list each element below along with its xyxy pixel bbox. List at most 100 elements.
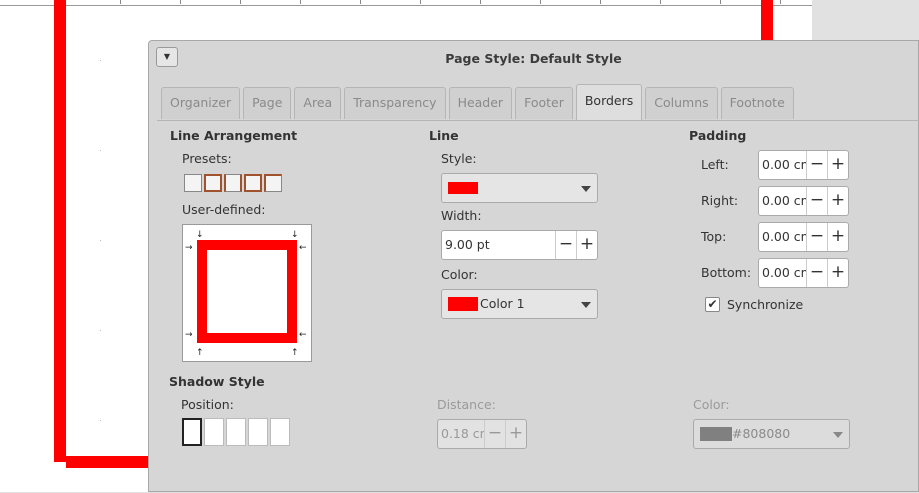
- corner-arrow-icon: ↓: [196, 230, 204, 240]
- padding-left-value[interactable]: 0.00 cm: [759, 151, 806, 179]
- presets-label: Presets:: [182, 151, 232, 166]
- corner-arrow-icon: ←: [299, 330, 307, 340]
- tab-organizer[interactable]: Organizer: [161, 87, 241, 119]
- synchronize-label[interactable]: Synchronize: [727, 297, 803, 312]
- shadow-style-heading: Shadow Style: [169, 374, 265, 389]
- grid-dot: [100, 240, 101, 241]
- corner-arrow-icon: ←: [299, 243, 307, 253]
- shadow-bottom-left-button[interactable]: [248, 418, 268, 446]
- padding-top-increase-button[interactable]: +: [827, 223, 848, 251]
- tab-page[interactable]: Page: [243, 87, 292, 119]
- padding-right-decrease-button[interactable]: −: [806, 187, 827, 215]
- decrease-width-button[interactable]: −: [555, 231, 576, 259]
- shadow-distance-value[interactable]: 0.18 cm: [438, 420, 484, 448]
- shadow-bottom-right-button[interactable]: [204, 418, 224, 446]
- borders-panel: Line Arrangement Presets: User-defined: …: [157, 120, 919, 493]
- shadow-distance-label: Distance:: [437, 397, 496, 412]
- preview-border-rect: [197, 240, 297, 343]
- page-border-left: [54, 0, 66, 462]
- synchronize-checkbox[interactable]: ✔: [705, 297, 720, 312]
- corner-arrow-icon: →: [185, 243, 193, 253]
- padding-top-spinner[interactable]: 0.00 cm − +: [758, 222, 849, 252]
- line-color-dropdown[interactable]: Color 1: [441, 289, 598, 319]
- padding-bottom-value[interactable]: 0.00 cm: [759, 259, 806, 287]
- user-defined-border-preview[interactable]: ↓ ↓ → ← → ← ↑ ↑: [182, 224, 312, 362]
- tab-borders[interactable]: Borders: [575, 84, 643, 120]
- shadow-color-swatch: [700, 427, 732, 441]
- tab-footer[interactable]: Footer: [515, 87, 573, 119]
- ruler-tick: [540, 0, 541, 4]
- shadow-distance-decrease-button[interactable]: −: [484, 420, 505, 448]
- user-defined-label: User-defined:: [182, 202, 266, 217]
- grid-dot: [100, 60, 101, 61]
- tab-bar: Organizer Page Area Transparency Header …: [161, 84, 797, 120]
- tab-transparency[interactable]: Transparency: [344, 87, 446, 119]
- line-color-value: Color 1: [480, 296, 525, 311]
- line-style-dropdown[interactable]: [441, 173, 598, 203]
- grid-dot: [100, 420, 101, 421]
- padding-top-value[interactable]: 0.00 cm: [759, 223, 806, 251]
- preset-left-right[interactable]: [224, 174, 242, 192]
- corner-arrow-icon: ↑: [196, 348, 204, 358]
- shadow-distance-spinner[interactable]: 0.18 cm − +: [437, 419, 527, 449]
- shadow-none-button[interactable]: [182, 418, 202, 446]
- color-label: Color:: [441, 267, 478, 282]
- preset-left-top[interactable]: [264, 174, 282, 192]
- dialog-title: Page Style: Default Style: [445, 51, 622, 66]
- padding-right-increase-button[interactable]: +: [827, 187, 848, 215]
- padding-left-spinner[interactable]: 0.00 cm − +: [758, 150, 849, 180]
- padding-bottom-increase-button[interactable]: +: [827, 259, 848, 287]
- increase-width-button[interactable]: +: [576, 231, 597, 259]
- page-border-right: [761, 0, 773, 40]
- padding-top-label: Top:: [701, 229, 727, 244]
- tab-area[interactable]: Area: [294, 87, 342, 119]
- shadow-top-right-button[interactable]: [226, 418, 246, 446]
- corner-arrow-icon: ↓: [291, 230, 299, 240]
- preset-outer-inner[interactable]: [244, 174, 262, 192]
- tab-header[interactable]: Header: [448, 87, 513, 119]
- padding-bottom-label: Bottom:: [701, 265, 752, 280]
- shadow-top-left-button[interactable]: [270, 418, 290, 446]
- corner-arrow-icon: ↑: [291, 348, 299, 358]
- ruler-tick: [300, 0, 301, 4]
- padding-right-value[interactable]: 0.00 cm: [759, 187, 806, 215]
- window-menu-button[interactable]: ▼: [156, 47, 178, 67]
- style-label: Style:: [441, 151, 477, 166]
- shadow-color-dropdown[interactable]: #808080: [693, 419, 850, 449]
- padding-left-decrease-button[interactable]: −: [806, 151, 827, 179]
- tab-columns[interactable]: Columns: [645, 87, 718, 119]
- ruler-tick: [660, 0, 661, 4]
- padding-bottom-decrease-button[interactable]: −: [806, 259, 827, 287]
- padding-top-decrease-button[interactable]: −: [806, 223, 827, 251]
- page-style-dialog: Page Style: Default Style ▼ Organizer Pa…: [148, 40, 919, 492]
- width-label: Width:: [441, 208, 482, 223]
- tab-footnote[interactable]: Footnote: [720, 87, 794, 119]
- ruler-line: [0, 5, 812, 6]
- padding-bottom-spinner[interactable]: 0.00 cm − +: [758, 258, 849, 288]
- ruler-tick: [480, 0, 481, 4]
- ruler-tick: [600, 0, 601, 4]
- corner-arrow-icon: →: [185, 330, 193, 340]
- shadow-distance-increase-button[interactable]: +: [505, 420, 526, 448]
- line-width-value[interactable]: 9.00 pt: [442, 231, 555, 259]
- preset-no-borders[interactable]: [184, 174, 202, 192]
- preset-outer-border[interactable]: [204, 174, 222, 192]
- padding-left-increase-button[interactable]: +: [827, 151, 848, 179]
- line-style-swatch: [448, 182, 478, 194]
- padding-right-spinner[interactable]: 0.00 cm − +: [758, 186, 849, 216]
- line-arrangement-heading: Line Arrangement: [170, 128, 298, 143]
- border-preview-svg: ↓ ↓ → ← → ← ↑ ↑: [185, 230, 307, 358]
- shadow-color-label: Color:: [693, 397, 730, 412]
- line-width-spinner[interactable]: 9.00 pt − +: [441, 230, 598, 260]
- page-border-bottom: [66, 456, 152, 468]
- ruler-tick: [120, 0, 121, 4]
- ruler-tick: [240, 0, 241, 4]
- ruler-tick: [360, 0, 361, 4]
- padding-right-label: Right:: [701, 193, 739, 208]
- ruler-tick: [720, 0, 721, 4]
- ruler-tick: [180, 0, 181, 4]
- chevron-down-icon: [581, 186, 591, 192]
- line-heading: Line: [429, 128, 459, 143]
- ruler-tick: [780, 0, 781, 4]
- padding-left-label: Left:: [701, 157, 729, 172]
